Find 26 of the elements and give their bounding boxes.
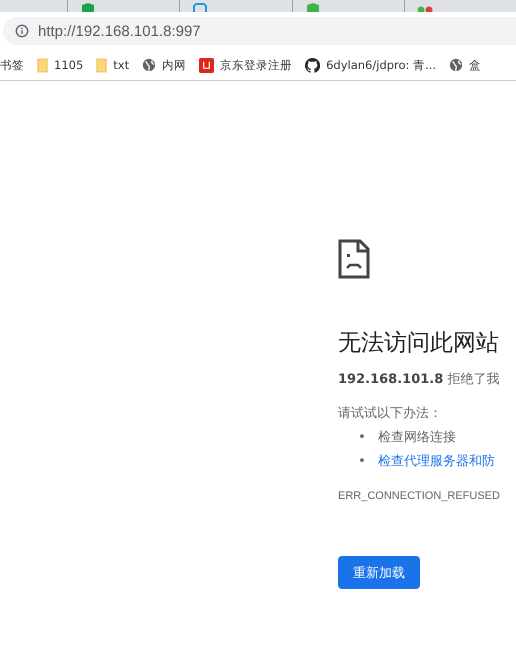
- bookmark-item[interactable]: 1105: [54, 58, 84, 72]
- bookmark-item[interactable]: 内网: [162, 58, 186, 72]
- bookmark-item[interactable]: 盒: [469, 58, 482, 72]
- jd-logo-icon: [199, 58, 214, 72]
- sad-page-icon: [338, 239, 370, 279]
- folder-icon: [37, 58, 48, 72]
- globe-icon: [142, 58, 156, 72]
- reload-button[interactable]: 重新加载: [338, 556, 420, 589]
- info-icon[interactable]: [15, 24, 29, 38]
- error-heading: 无法访问此网站: [338, 329, 499, 358]
- bookmark-item[interactable]: 6dylan6/jdpro: 青...: [326, 58, 436, 72]
- folder-icon: [96, 58, 108, 72]
- globe-icon: [449, 58, 464, 72]
- error-code: ERR_CONNECTION_REFUSED: [338, 490, 500, 502]
- bullet-mark: •: [357, 429, 367, 447]
- address-bar[interactable]: http://192.168.101.8:997: [3, 17, 516, 45]
- bookmark-item[interactable]: 京东登录注册: [220, 58, 292, 72]
- suggestions-title: 请试试以下办法：: [338, 405, 442, 422]
- url-text: http://192.168.101.8:997: [38, 22, 201, 40]
- github-icon: [305, 58, 320, 72]
- bullet-mark: •: [357, 453, 367, 471]
- bookmark-item[interactable]: 书签: [0, 58, 24, 72]
- error-message: 192.168.101.8 拒绝了我: [338, 371, 500, 388]
- bookmark-item[interactable]: txt: [113, 58, 130, 72]
- suggestion-text: 检查网络连接: [378, 430, 456, 445]
- suggestion-link[interactable]: 检查代理服务器和防: [378, 454, 495, 469]
